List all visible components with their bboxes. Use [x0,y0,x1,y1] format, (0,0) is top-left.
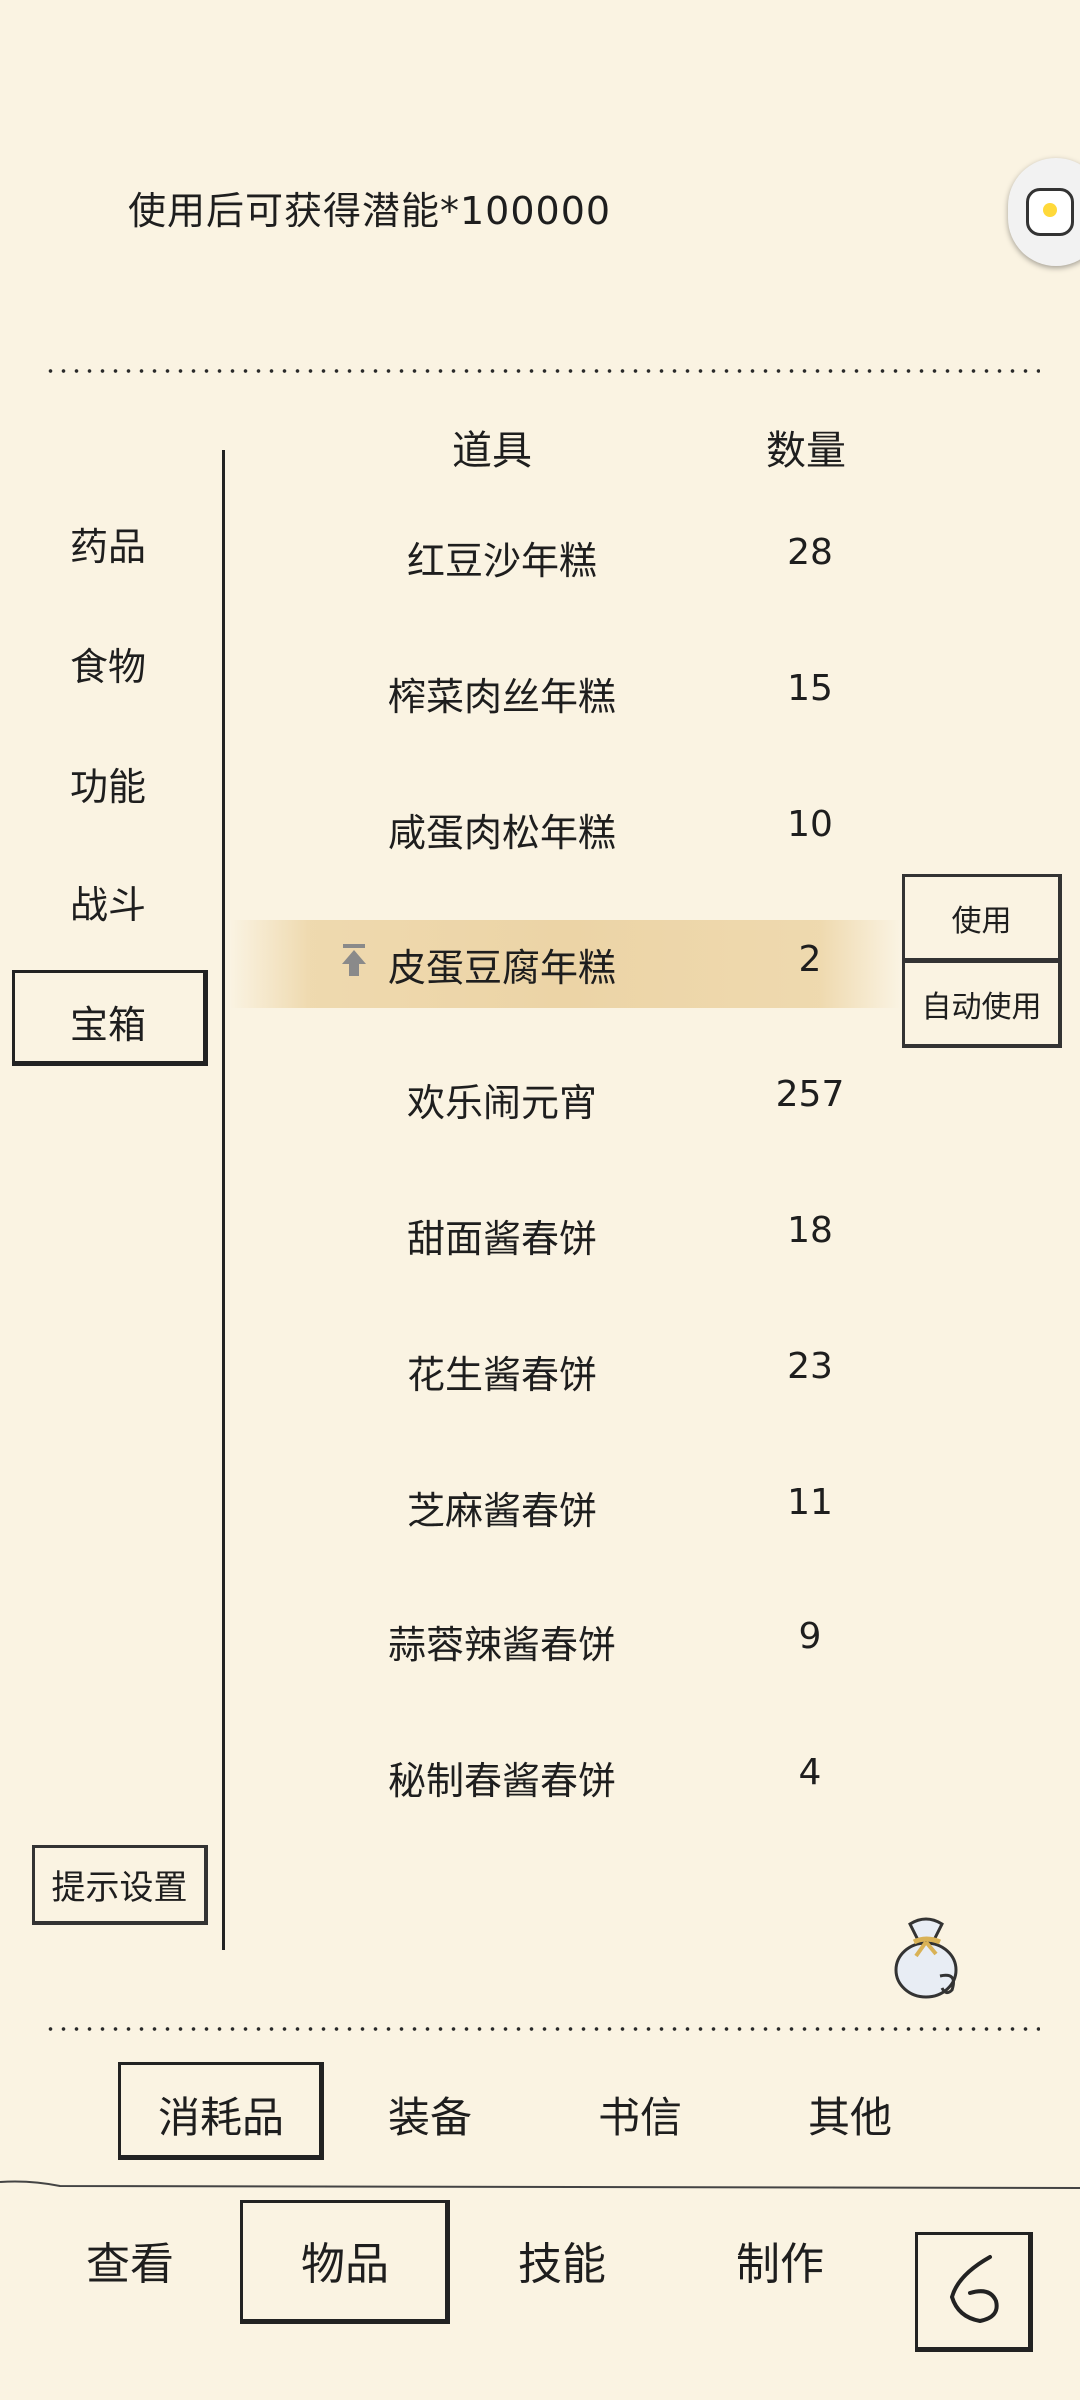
floating-assistant-button[interactable] [1008,158,1080,266]
top-divider [44,368,1040,374]
list-item-name[interactable]: 咸蛋肉松年糕 [252,802,752,857]
list-item-name[interactable]: 榨菜肉丝年糕 [252,666,752,721]
nav-craft[interactable]: 制作 [680,2228,880,2292]
category-chest[interactable]: 宝箱 [70,994,146,1049]
list-item-qty: 4 [798,1752,822,1793]
list-item-qty: 11 [787,1482,833,1523]
list-item-qty: 18 [787,1210,833,1251]
header-quantity: 数量 [766,428,846,474]
list-item-qty: 10 [787,804,833,845]
list-item-name[interactable]: 花生酱春饼 [252,1344,752,1399]
list-item-name[interactable]: 红豆沙年糕 [252,530,752,585]
list-item-name[interactable]: 秘制春酱春饼 [252,1750,752,1805]
category-food[interactable]: 食物 [70,636,146,691]
tab-letters[interactable]: 书信 [540,2084,740,2145]
list-item-name[interactable]: 甜面酱春饼 [252,1208,752,1263]
use-button[interactable]: 使用 [902,874,1062,962]
nav-view[interactable]: 查看 [30,2228,230,2292]
list-item-qty: 2 [798,939,822,980]
list-item-qty: 23 [787,1346,833,1387]
hint-settings-button[interactable]: 提示设置 [32,1845,208,1925]
list-item-name-selected[interactable]: 皮蛋豆腐年糕 [252,937,752,992]
item-description: 使用后可获得潜能*100000 [128,189,612,233]
nav-brush-divider [0,2180,1080,2189]
list-item-name[interactable]: 蒜蓉辣酱春饼 [252,1614,752,1669]
auto-use-button[interactable]: 自动使用 [902,960,1062,1048]
back-button[interactable] [915,2232,1033,2352]
list-item-name[interactable]: 芝麻酱春饼 [252,1480,752,1535]
category-function[interactable]: 功能 [70,756,146,811]
list-item-name[interactable]: 欢乐闹元宵 [252,1072,752,1127]
list-item-qty: 28 [787,532,833,573]
bottom-divider [44,2026,1040,2032]
tab-consumables[interactable]: 消耗品 [121,2084,321,2145]
category-battle[interactable]: 战斗 [70,874,146,929]
back-arrow-icon [949,2255,999,2324]
tab-other[interactable]: 其他 [750,2084,950,2145]
nav-skills[interactable]: 技能 [462,2228,662,2292]
list-item-qty: 257 [775,1074,845,1115]
list-item-qty: 9 [798,1616,822,1657]
list-item-qty: 15 [787,668,833,709]
category-medicine[interactable]: 药品 [70,516,146,571]
header-item: 道具 [452,428,532,474]
tab-equipment[interactable]: 装备 [330,2084,530,2145]
nav-items[interactable]: 物品 [245,2228,445,2292]
gamepad-icon [1026,188,1074,236]
category-divider [222,450,225,1950]
item-bag-icon[interactable] [888,1910,970,2000]
